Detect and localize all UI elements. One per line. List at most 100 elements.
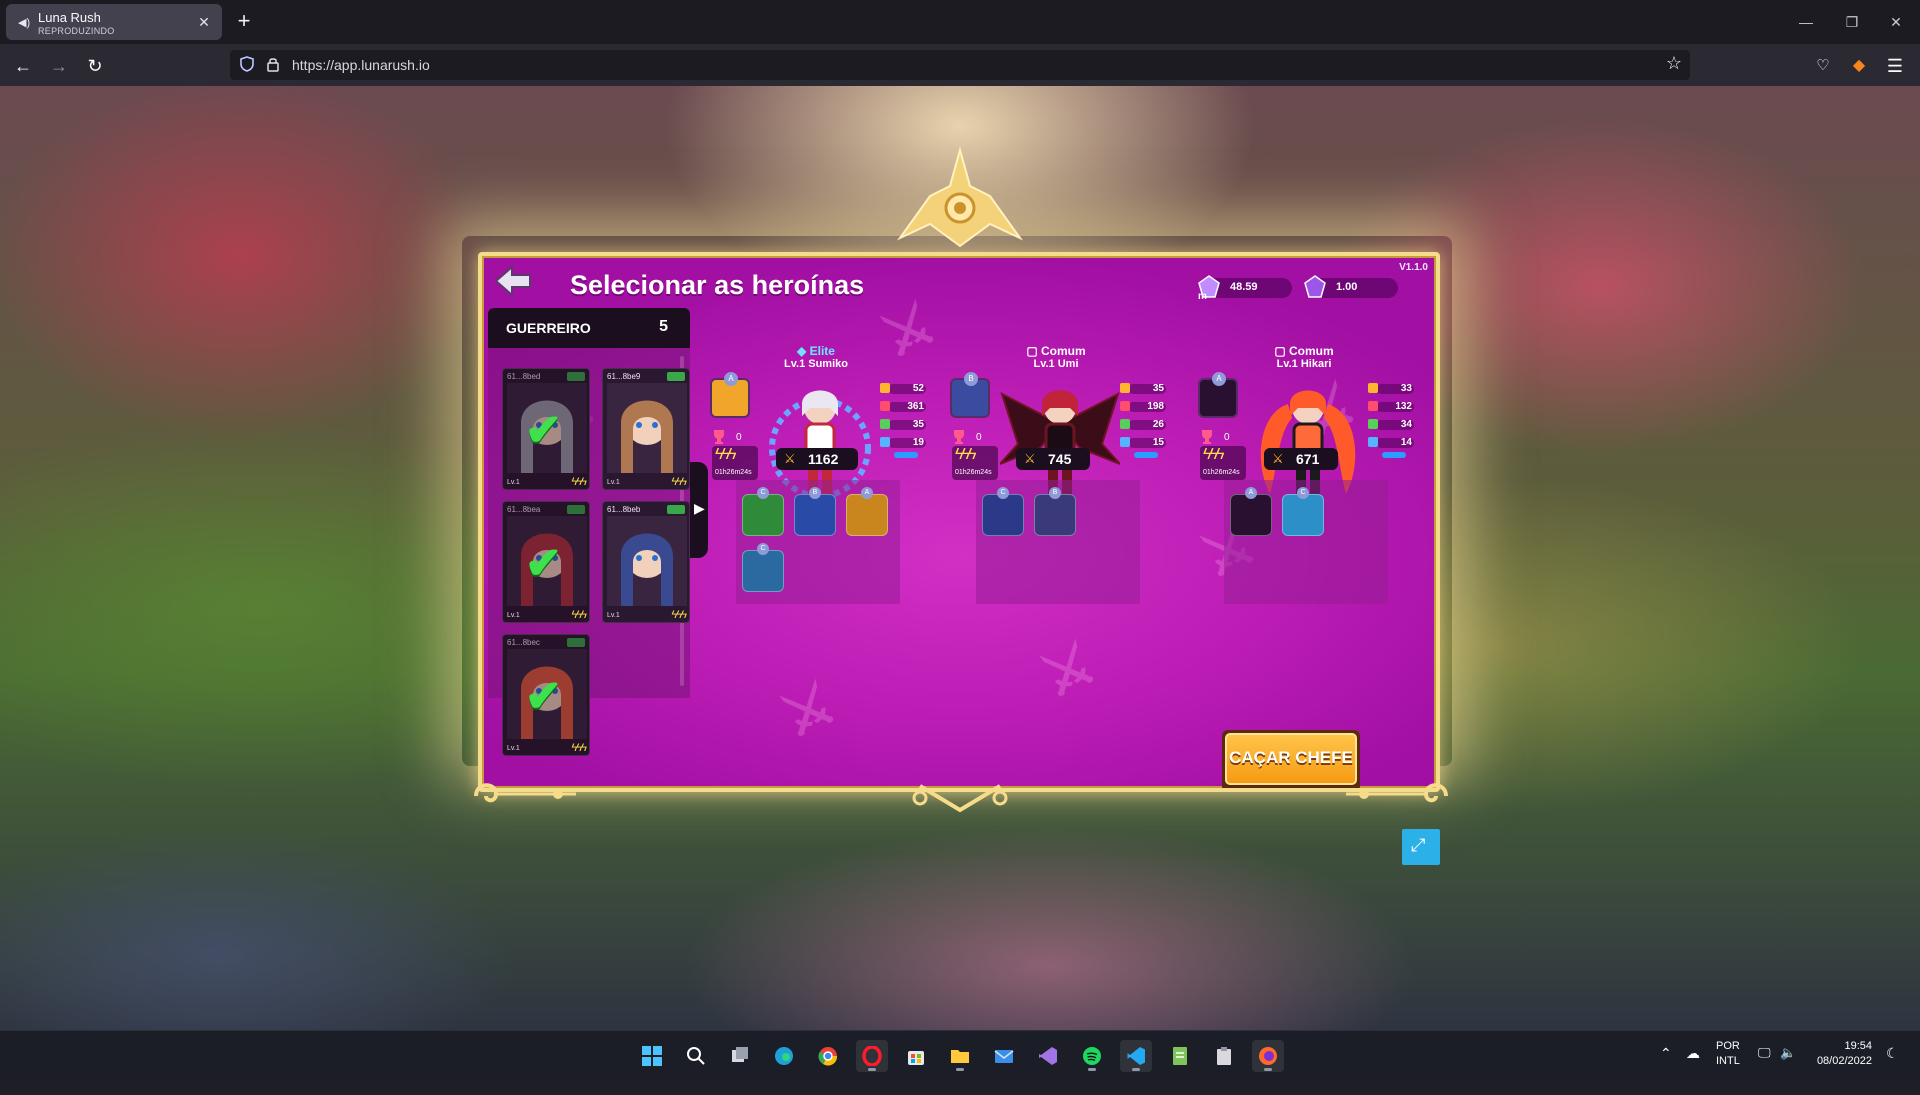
scythe-icon[interactable]: B [1034,487,1076,536]
skill-grade-badge: A [1212,372,1226,386]
back-icon[interactable]: ← [10,53,36,79]
minimize-icon[interactable]: — [1794,10,1818,34]
health-stat-icon [1368,401,1378,411]
hero-skill-icon[interactable]: A [1198,372,1238,418]
class-filter-header[interactable]: GUERREIRO 5 [488,308,690,348]
opera-app[interactable] [856,1040,888,1072]
pocket-icon[interactable]: ♡ [1810,53,1836,79]
speed-stat-icon [1120,419,1130,429]
hero-portrait [607,516,687,606]
url-text[interactable]: https://app.lunarush.io [292,57,430,73]
vscode-app[interactable] [1120,1040,1152,1072]
store-app[interactable] [900,1040,932,1072]
collapse-panel-button[interactable]: ▶ [690,462,708,558]
speed-stat-icon [1368,419,1378,429]
search-icon [687,1047,705,1065]
reload-icon[interactable]: ↻ [82,53,108,79]
notepad-app[interactable] [1164,1040,1196,1072]
running-indicator [868,1068,876,1071]
bookmark-star-icon[interactable]: ☆ [1666,53,1682,74]
hero-stat: 132 [1368,398,1414,416]
hero-power: ⚔ 671 [1264,448,1338,470]
bg-pattern: ⚔ [770,670,846,751]
hero-skill-icon[interactable]: A [710,372,750,418]
metamask-icon[interactable]: ◆ [1846,53,1872,79]
dagger-icon[interactable]: C [1282,487,1324,536]
onedrive-cloud-icon[interactable]: ☁ [1686,1045,1700,1095]
green-orb-icon[interactable]: C [742,487,784,536]
crossed-swords-icon: ⚔ [784,451,796,466]
task-view-button[interactable] [724,1040,756,1072]
volume-icon[interactable]: 🔈 [1780,1045,1796,1095]
chevron-right-icon: ▶ [694,500,705,516]
hero-card[interactable]: 61...8be9 Lv.1 ϟϟϟ [602,368,690,490]
energy-bolts-icon: ϟϟϟ [1203,446,1224,463]
spotify-app[interactable] [1076,1040,1108,1072]
clipboard-app[interactable] [1208,1040,1240,1072]
speaker-icon[interactable]: ◀) [18,16,30,29]
forward-icon[interactable]: → [46,53,72,79]
item-grade-badge: B [809,487,821,499]
show-hidden-icons-chevron-up-icon[interactable]: ⌃ [1660,1045,1672,1095]
hero-equipment: CB [976,480,1140,604]
health-stat-icon [1120,401,1130,411]
close-window-icon[interactable]: ✕ [1884,10,1908,34]
svg-text:m: m [1198,291,1207,300]
hero-card[interactable]: 61...8bea ✔ Lv.1 ϟϟϟ [502,501,590,623]
hero-card[interactable]: 61...8beb Lv.1 ϟϟϟ [602,501,690,623]
hero-rarity: ▢ Comum [1198,344,1410,358]
trophy-icon [1202,430,1212,444]
hero-stat: 19 [880,434,926,452]
browser-tab-bar: ◀) Luna Rush REPRODUZINDO ✕ + — ❐ ✕ [0,0,1920,44]
blue-orb-icon[interactable]: B [794,487,836,536]
firefox-app[interactable] [1252,1040,1284,1072]
visual-studio-app[interactable] [1032,1040,1064,1072]
network-icon[interactable]: 🖵 [1758,1045,1771,1095]
browser-tab[interactable]: ◀) Luna Rush REPRODUZINDO ✕ [6,4,222,40]
shield-icon[interactable]: C [982,487,1024,536]
hero-skill-icon[interactable]: B [950,372,990,418]
speed-stat-icon [880,419,890,429]
spotify-icon [1083,1047,1101,1065]
edge-app[interactable] [768,1040,800,1072]
item-grade-badge: B [1049,487,1061,499]
item-grade-badge: C [757,487,769,499]
restore-icon[interactable]: ❐ [1840,10,1864,34]
luna-balance: m 48.59 [1198,275,1292,300]
hero-card[interactable]: 61...8bec ✔ Lv.1 ϟϟϟ [502,634,590,756]
keyboard-language[interactable]: POR INTL [1716,1040,1740,1090]
new-tab-button[interactable]: + [232,10,256,34]
hero-stats: 33 132 34 14 [1368,380,1414,452]
class-flag-icon [667,372,685,381]
hero-card[interactable]: 61...8bed ✔ Lv.1 ϟϟϟ [502,368,590,490]
hero-name: Lv.1 Hikari [1276,358,1332,370]
back-arrow-button[interactable] [494,264,534,298]
windows-logo-icon [642,1046,662,1066]
clock-time: 19:54 [1844,1040,1872,1052]
power-value: 745 [1048,451,1072,467]
vscode-icon [1127,1047,1145,1065]
mail-app[interactable] [988,1040,1020,1072]
sword-icon[interactable]: C [742,543,784,592]
close-tab-icon[interactable]: ✕ [194,12,214,32]
search-button[interactable] [680,1040,712,1072]
hero-card-level: Lv.1 [607,612,620,619]
item-grade-badge: C [757,543,769,555]
fullscreen-button[interactable]: ⤢ [1402,829,1440,865]
defense-stat-icon [1368,437,1378,447]
focus-assist-moon-icon[interactable]: ☾ [1886,1045,1899,1095]
clock[interactable]: 19:54 08/02/2022 [1808,1040,1872,1090]
chrome-app[interactable] [812,1040,844,1072]
notepad-icon [1173,1047,1187,1065]
explorer-app[interactable] [944,1040,976,1072]
energy-bolts: ϟϟϟ [671,609,688,621]
running-indicator [1088,1068,1096,1071]
demon-mask-icon[interactable]: A [1230,487,1272,536]
menu-icon[interactable]: ☰ [1882,53,1908,79]
url-bar[interactable]: https://app.lunarush.io ☆ [230,50,1690,80]
tracking-shield-icon[interactable] [240,56,254,72]
start-button[interactable] [636,1040,668,1072]
energy-timer: 01h26m24s [1203,469,1240,476]
lock-icon[interactable] [266,56,280,72]
gauntlet-icon[interactable]: A [846,487,888,536]
